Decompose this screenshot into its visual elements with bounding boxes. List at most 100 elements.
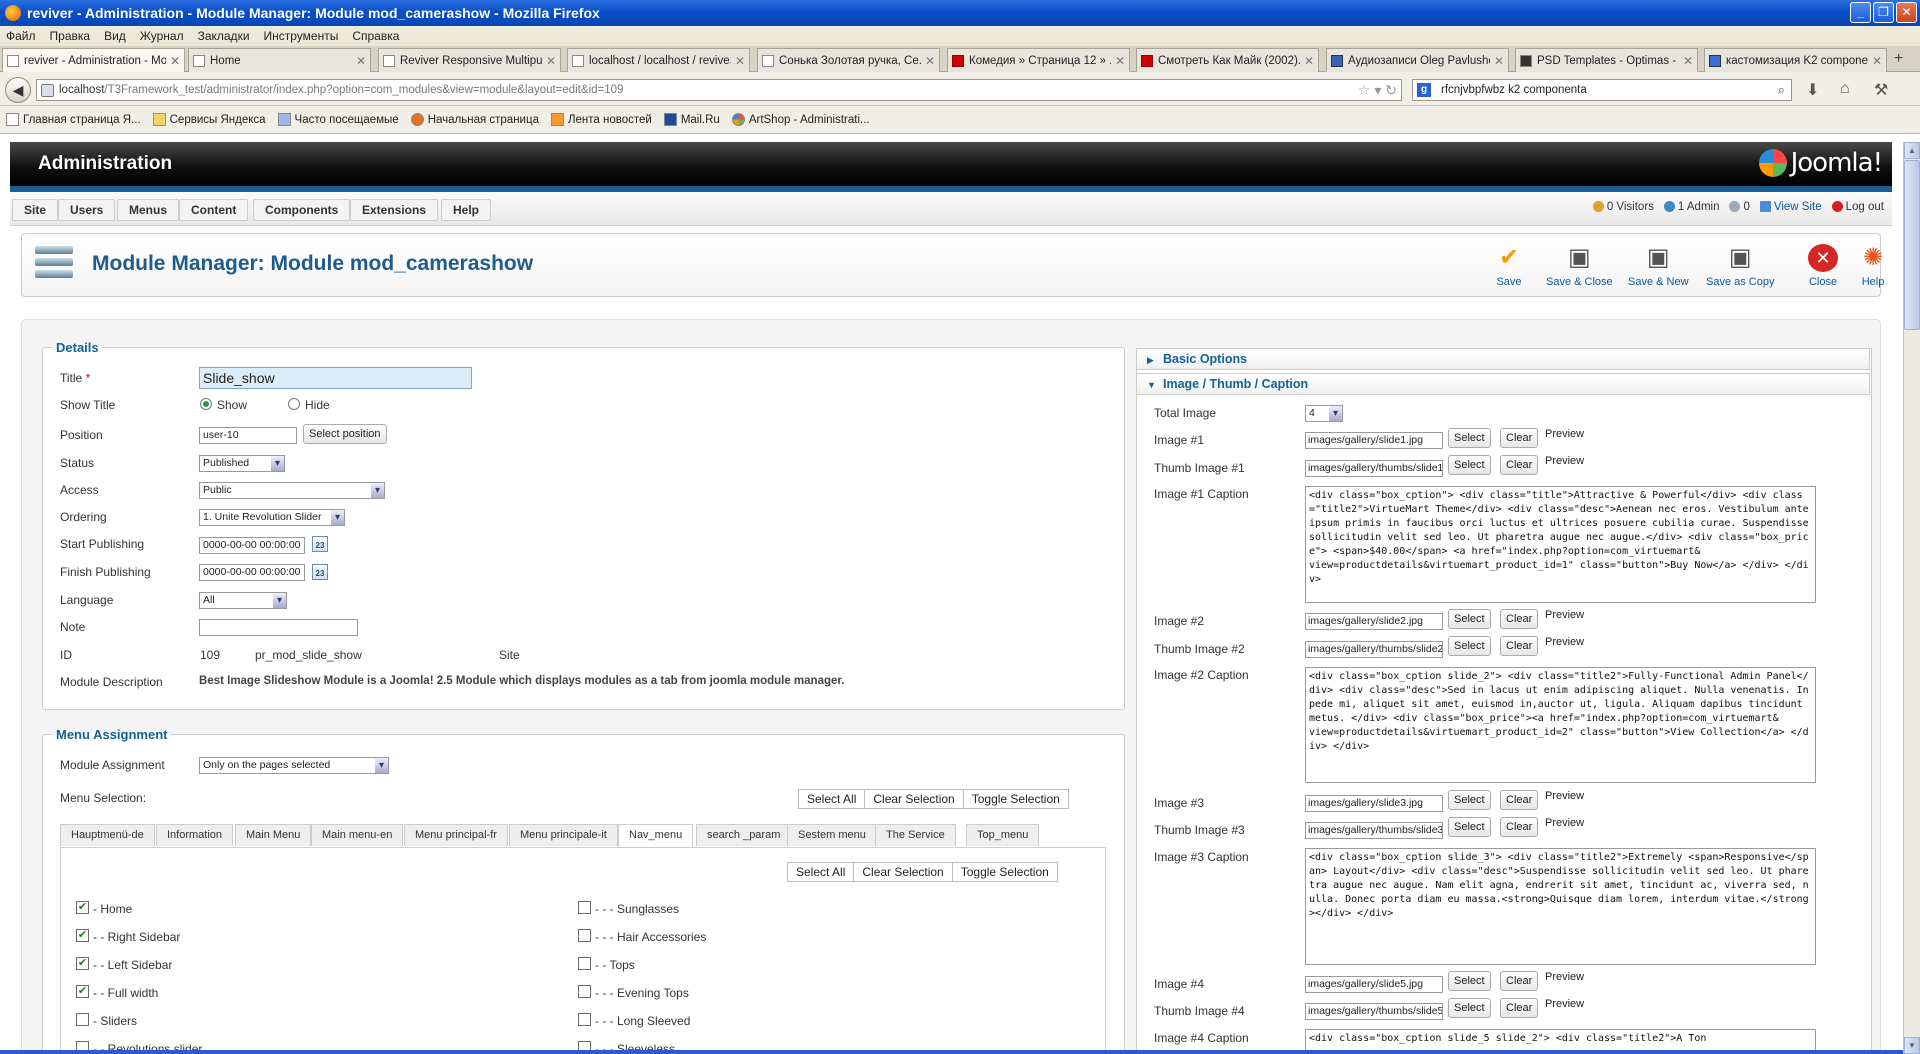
thumb-2-clear-button[interactable]: Clear xyxy=(1500,636,1539,656)
menu-history[interactable]: Журнал xyxy=(140,29,184,43)
tab-close-icon[interactable]: ✕ xyxy=(1115,54,1125,68)
download-icon[interactable]: ⬇ xyxy=(1806,80,1819,100)
thumb-1-preview[interactable]: Preview xyxy=(1545,455,1584,467)
tab-close-icon[interactable]: ✕ xyxy=(356,54,366,68)
caption-2-textarea[interactable]: <div class="box_cption slide_2"> <div cl… xyxy=(1305,667,1816,783)
thumb-3-preview[interactable]: Preview xyxy=(1545,817,1584,829)
status-select[interactable]: Published xyxy=(199,455,285,472)
tab-close-icon[interactable]: ✕ xyxy=(546,54,556,68)
menu-file[interactable]: Файл xyxy=(6,29,36,43)
thumb-4-input[interactable]: images/gallery/thumbs/slide5. xyxy=(1305,1003,1443,1020)
admin-menu-content[interactable]: Content xyxy=(179,199,249,221)
scrollbar-thumb[interactable] xyxy=(1904,160,1920,330)
admin-menu-components[interactable]: Components xyxy=(253,199,351,221)
tools-icon[interactable]: ⚒ xyxy=(1874,80,1888,100)
note-input[interactable] xyxy=(199,619,358,636)
select-all-button[interactable]: Select All xyxy=(799,790,866,808)
language-select[interactable]: All xyxy=(199,592,287,609)
tab-close-icon[interactable]: ✕ xyxy=(1683,54,1693,68)
image-thumb-caption-toggle[interactable]: ▼ Image / Thumb / Caption xyxy=(1136,373,1870,395)
close-button[interactable]: ✕ Close xyxy=(1808,244,1838,288)
show-title-show-radio[interactable] xyxy=(200,398,212,410)
help-button[interactable]: ✺ Help xyxy=(1858,244,1888,288)
menu-item-checkbox[interactable] xyxy=(578,1013,591,1026)
menu-tab-main-menu[interactable]: Main Menu xyxy=(235,824,312,846)
image-4-clear-button[interactable]: Clear xyxy=(1500,971,1539,991)
menu-tab-nav-menu[interactable]: Nav_menu xyxy=(618,824,694,847)
menu-item-checkbox[interactable]: ✔ xyxy=(76,957,89,970)
toggle-selection-button[interactable]: Toggle Selection xyxy=(964,790,1068,808)
home-icon[interactable]: ⌂ xyxy=(1840,80,1850,98)
vertical-scrollbar[interactable]: ▲ ▼ xyxy=(1903,142,1920,1054)
image-4-select-button[interactable]: Select xyxy=(1448,971,1491,991)
basic-options-toggle[interactable]: ▶ Basic Options xyxy=(1136,348,1870,370)
thumb-1-select-button[interactable]: Select xyxy=(1448,455,1491,475)
menu-item-checkbox[interactable]: ✔ xyxy=(76,929,89,942)
tab-phpmyadmin[interactable]: localhost / localhost / revive... ✕ xyxy=(567,48,750,72)
view-site-link[interactable]: View Site xyxy=(1759,201,1822,213)
messages-status[interactable]: 0 xyxy=(1729,201,1750,213)
menu-item-checkbox[interactable] xyxy=(578,985,591,998)
scroll-down-icon[interactable]: ▼ xyxy=(1904,1037,1920,1054)
url-input[interactable]: localhost/T3Framework_test/administrator… xyxy=(36,79,1402,101)
thumb-2-select-button[interactable]: Select xyxy=(1448,636,1491,656)
menu-item-checkbox[interactable]: ✔ xyxy=(76,985,89,998)
module-assignment-select[interactable]: Only on the pages selected xyxy=(199,757,389,774)
save-button[interactable]: ✔ Save xyxy=(1494,244,1524,288)
menu-tab-main-menu-en[interactable]: Main menu-en xyxy=(311,824,404,846)
admin-menu-users[interactable]: Users xyxy=(58,199,116,221)
save-new-button[interactable]: ▣ Save & New xyxy=(1628,244,1689,288)
new-tab-icon[interactable]: + xyxy=(1894,50,1903,68)
calendar-icon[interactable]: 23 xyxy=(312,536,328,552)
menu-item-checkbox[interactable]: ✔ xyxy=(76,901,89,914)
menu-tab-information[interactable]: Information xyxy=(156,824,234,846)
bookmark-yandex-services[interactable]: Сервисы Яндекса xyxy=(152,113,266,126)
thumb-2-input[interactable]: images/gallery/thumbs/slide2. xyxy=(1305,641,1443,658)
access-select[interactable]: Public xyxy=(199,482,385,499)
calendar-icon[interactable]: 23 xyxy=(312,564,328,580)
select-position-button[interactable]: Select position xyxy=(303,424,387,444)
thumb-4-clear-button[interactable]: Clear xyxy=(1500,998,1539,1018)
menu-tab-menu-principal-fr[interactable]: Menu principal-fr xyxy=(404,824,508,846)
menu-item-checkbox[interactable] xyxy=(578,957,591,970)
menu-item-checkbox[interactable] xyxy=(76,1013,89,1026)
admin-menu-extensions[interactable]: Extensions xyxy=(350,199,439,221)
menu-tab-top-menu[interactable]: Top_menu xyxy=(966,824,1040,846)
tab-close-icon[interactable]: ✕ xyxy=(170,54,180,68)
image-1-input[interactable]: images/gallery/slide1.jpg xyxy=(1305,432,1443,449)
tab-audio[interactable]: Аудиозаписи Oleg Pavlushe... ✕ xyxy=(1326,48,1509,72)
menu-edit[interactable]: Правка xyxy=(50,29,91,43)
save-copy-button[interactable]: ▣ Save as Copy xyxy=(1706,244,1774,288)
thumb-3-input[interactable]: images/gallery/thumbs/slide3. xyxy=(1305,822,1443,839)
tab-komediya[interactable]: Комедия » Страница 12 » ... ✕ xyxy=(947,48,1130,72)
image-3-input[interactable]: images/gallery/slide3.jpg xyxy=(1305,795,1443,812)
thumb-3-clear-button[interactable]: Clear xyxy=(1500,817,1539,837)
thumb-1-clear-button[interactable]: Clear xyxy=(1500,455,1539,475)
tab-clear-selection-button[interactable]: Clear Selection xyxy=(854,863,953,881)
logout-link[interactable]: Log out xyxy=(1831,201,1884,213)
image-2-select-button[interactable]: Select xyxy=(1448,609,1491,629)
image-1-clear-button[interactable]: Clear xyxy=(1500,428,1539,448)
maximize-button[interactable]: ❐ xyxy=(1873,2,1894,23)
tab-home[interactable]: Home ✕ xyxy=(188,48,371,72)
bookmark-mailru[interactable]: Mail.Ru xyxy=(663,113,720,126)
image-2-input[interactable]: images/gallery/slide2.jpg xyxy=(1305,613,1443,630)
thumb-4-select-button[interactable]: Select xyxy=(1448,998,1491,1018)
total-image-select[interactable]: 4 xyxy=(1305,405,1343,422)
tab-close-icon[interactable]: ✕ xyxy=(1872,54,1882,68)
image-4-preview[interactable]: Preview xyxy=(1545,971,1584,983)
bookmark-star-icon[interactable]: ☆ ▾ ↻ xyxy=(1358,80,1397,100)
menu-bookmarks[interactable]: Закладки xyxy=(198,29,250,43)
minimize-button[interactable]: _ xyxy=(1850,2,1871,23)
admin-menu-help[interactable]: Help xyxy=(441,199,492,221)
menu-help[interactable]: Справка xyxy=(352,29,399,43)
thumb-1-input[interactable]: images/gallery/thumbs/slide1. xyxy=(1305,460,1443,477)
admin-menu-menus[interactable]: Menus xyxy=(117,199,180,221)
title-input[interactable]: Slide_show xyxy=(199,367,472,389)
tab-toggle-selection-button[interactable]: Toggle Selection xyxy=(953,863,1057,881)
bookmark-yandex-home[interactable]: Главная страница Я... xyxy=(6,113,141,126)
close-window-button[interactable]: ✕ xyxy=(1896,2,1917,23)
image-4-input[interactable]: images/gallery/slide5.jpg xyxy=(1305,976,1443,993)
scroll-up-icon[interactable]: ▲ xyxy=(1904,142,1920,159)
image-3-select-button[interactable]: Select xyxy=(1448,790,1491,810)
